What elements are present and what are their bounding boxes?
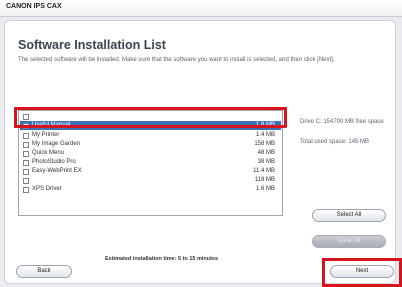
item-size: 48 MB [257, 150, 275, 156]
select-all-button[interactable]: Select All [312, 209, 386, 222]
window-title: CANON IPS CAX [6, 3, 62, 10]
item-name: My Printer [32, 132, 60, 138]
selection-highlight [14, 107, 287, 128]
list-item[interactable]: Easy-WebPrint EX 11.4 MB [20, 167, 281, 176]
page-title: Software Installation List [18, 38, 166, 52]
description-text: The selected software will be installed.… [18, 57, 335, 63]
list-item[interactable]: 118 MB [20, 176, 281, 185]
item-size: 158 MB [254, 141, 275, 147]
item-name: Quick Menu [32, 150, 65, 156]
clear-all-button[interactable]: Clear All [312, 235, 386, 248]
back-button[interactable]: Back [16, 265, 72, 278]
checkbox[interactable] [23, 141, 29, 148]
title-bar: CANON IPS CAX [0, 0, 402, 17]
list-item[interactable]: XPS Driver 1.6 MB [20, 185, 281, 194]
list-item[interactable]: Quick Menu 48 MB [20, 149, 281, 158]
list-item[interactable]: My Image Garden 158 MB [20, 140, 281, 149]
list-item[interactable]: PhotoStudio Pro 38 MB [20, 158, 281, 167]
checkbox[interactable] [23, 150, 29, 157]
item-size: 11.4 MB [253, 168, 275, 174]
checkbox[interactable] [23, 177, 29, 184]
installation-time-note: Estimated installation time: 5 to 15 min… [105, 256, 219, 262]
free-space-text: Drive C: 154700 MB free space [300, 119, 384, 125]
next-highlight [322, 258, 402, 287]
checkbox[interactable] [23, 132, 29, 139]
item-name: PhotoStudio Pro [32, 159, 76, 165]
item-size: 38 MB [257, 159, 275, 165]
checkbox[interactable] [23, 168, 29, 175]
item-name: XPS Driver [32, 186, 62, 192]
checkbox[interactable] [23, 186, 29, 193]
item-size: 1.4 MB [255, 132, 275, 138]
item-size: 118 MB [254, 177, 275, 183]
item-size: 1.6 MB [255, 186, 275, 192]
item-name: Easy-WebPrint EX [32, 168, 82, 174]
checkbox[interactable] [23, 159, 29, 166]
list-item[interactable]: My Printer 1.4 MB [20, 131, 281, 140]
item-name: My Image Garden [32, 141, 81, 147]
total-space-text: Total used space: 145 MB [300, 139, 370, 145]
